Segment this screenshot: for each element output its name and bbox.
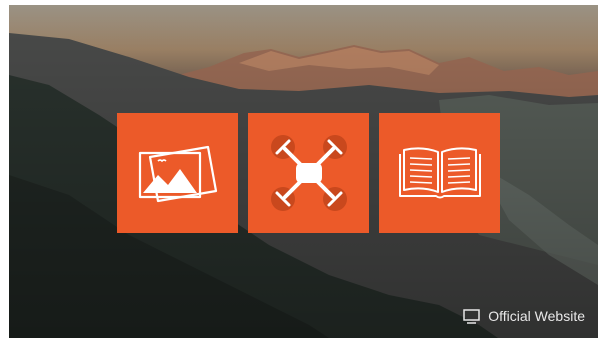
app-menu — [117, 113, 500, 233]
drone-tile[interactable] — [248, 113, 369, 233]
book-icon — [398, 147, 481, 199]
monitor-icon — [463, 308, 480, 324]
official-website-link[interactable]: Official Website — [463, 308, 585, 324]
app-screen: Official Website — [9, 5, 598, 338]
official-website-label: Official Website — [488, 308, 585, 324]
gallery-icon — [138, 145, 217, 203]
gallery-tile[interactable] — [117, 113, 238, 233]
manual-tile[interactable] — [379, 113, 500, 233]
drone-icon — [270, 135, 347, 211]
